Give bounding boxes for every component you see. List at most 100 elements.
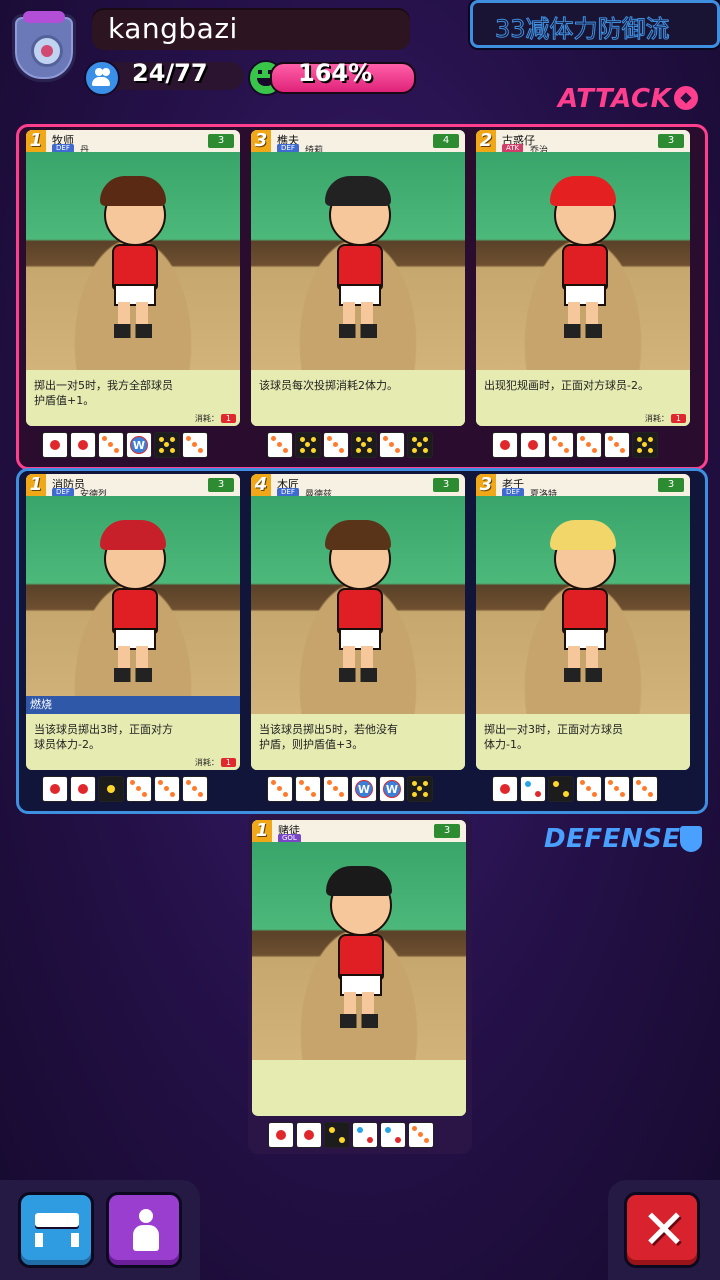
card-scene (251, 152, 465, 370)
player-button[interactable] (106, 1192, 182, 1268)
shield-icon (680, 826, 702, 852)
players-icon (84, 60, 120, 96)
stamina-badge: 3 (434, 824, 460, 838)
player-boots (339, 324, 377, 338)
die-face (632, 776, 658, 802)
die-face (520, 432, 546, 458)
player-figure (322, 866, 396, 1036)
card-cost: 3 (251, 130, 271, 152)
card-scene (476, 152, 690, 370)
close-button[interactable]: ✕ (624, 1192, 700, 1268)
team-badge[interactable] (12, 11, 76, 82)
description-line: 球员体力-2。 (34, 738, 100, 751)
card-cost: 4 (251, 474, 271, 496)
stamina-badge: 3 (433, 478, 459, 492)
die-face (407, 432, 433, 458)
card-cost: 1 (26, 130, 46, 152)
bench-button[interactable] (18, 1192, 94, 1268)
dice-row (42, 776, 208, 804)
die-face (352, 1122, 378, 1148)
player-hair (100, 520, 166, 550)
die-face (351, 432, 377, 458)
dice-row (267, 432, 433, 460)
die-face (492, 776, 518, 802)
stamina-badge: 3 (208, 478, 234, 492)
die-face (407, 776, 433, 802)
player-figure (96, 520, 170, 690)
defense-label: DEFENSE (544, 824, 681, 854)
die-face (267, 776, 293, 802)
description-line: 当该球员掷出3时，正面对方 (34, 723, 173, 736)
player-figure (546, 176, 620, 346)
die-face (576, 432, 602, 458)
die-face (351, 776, 377, 802)
badge-crown (23, 11, 65, 23)
die-face (126, 776, 152, 802)
player-boots (564, 668, 602, 682)
die-face (295, 432, 321, 458)
player-card[interactable]: 1 赌徒 GOL 3 (246, 816, 466, 1154)
card-description: 掷出一对3时，正面对方球员 体力-1。 (476, 714, 690, 770)
die-face (98, 432, 124, 458)
player-boots (114, 668, 152, 682)
die-face (323, 776, 349, 802)
die-face (154, 776, 180, 802)
player-figure (96, 176, 170, 346)
die-face (154, 432, 180, 458)
description-line: 护盾值+1。 (34, 394, 95, 407)
player-hair (325, 520, 391, 550)
dice-row (267, 776, 433, 804)
bench-icon (35, 1213, 79, 1247)
consume-cost: 消耗： 1 (195, 413, 236, 424)
dice-row (268, 1122, 434, 1150)
card-panel: 3 老千 DEF 夏洛特 3 掷出一对3时，正面对方球员 体力-1。 (476, 474, 690, 770)
card-header: 3 老千 DEF 夏洛特 3 (476, 474, 690, 500)
description-text: 出现犯规画时，正面对方球员-2。 (484, 378, 684, 393)
player-boots (340, 1014, 378, 1028)
player-card[interactable]: 3 樵夫 DEF 绮莉 4 该球员每次投掷消耗2体力。 (245, 126, 465, 464)
dice-row (42, 432, 208, 460)
card-header: 1 赌徒 GOL 3 (252, 820, 466, 843)
player-hair (550, 520, 616, 550)
description-line: 体力-1。 (484, 738, 528, 751)
description-line: 掷出一对5时，我方全部球员 (34, 379, 173, 392)
card-header: 2 古惑仔 ATK 乔治 3 (476, 130, 690, 156)
die-face (42, 432, 68, 458)
dice-row (492, 776, 658, 804)
die-face (268, 1122, 294, 1148)
consume-value: 1 (670, 414, 686, 423)
player-figure (321, 176, 395, 346)
skill-tag: 燃烧 (26, 696, 240, 714)
die-face (379, 432, 405, 458)
card-description: 掷出一对5时，我方全部球员 护盾值+1。消耗： 1 (26, 370, 240, 426)
soccer-ball-icon (674, 86, 698, 110)
description-text: 掷出一对3时，正面对方球员 体力-1。 (484, 722, 684, 752)
description-text: 掷出一对5时，我方全部球员 护盾值+1。 (34, 378, 234, 408)
card-description: 该球员每次投掷消耗2体力。 (251, 370, 465, 426)
player-card[interactable]: 3 老千 DEF 夏洛特 3 掷出一对3时，正面对方球员 体力-1。 (470, 470, 690, 808)
card-cost: 2 (476, 130, 496, 152)
die-face (324, 1122, 350, 1148)
die-face (632, 432, 658, 458)
player-card[interactable]: 1 牧师 DEF 丹 3 掷出一对5时，我方全部球员 护盾值+1。 消耗： 1 (20, 126, 240, 464)
player-card[interactable]: 4 木匠 DEF 曼德兹 3 当该球员掷出5时，若他没有 护盾，则护盾值+3。 (245, 470, 465, 808)
die-face (604, 432, 630, 458)
die-face (379, 776, 405, 802)
consume-label: 消耗： (194, 758, 219, 767)
card-header: 1 消防员 DEF 安德烈 3 (26, 474, 240, 500)
player-hair (550, 176, 616, 206)
card-panel: 4 木匠 DEF 曼德兹 3 当该球员掷出5时，若他没有 护盾，则护盾值+3。 (251, 474, 465, 770)
die-face (70, 432, 96, 458)
player-icon (133, 1209, 159, 1251)
card-description: 当该球员掷出5时，若他没有 护盾，则护盾值+3。 (251, 714, 465, 770)
description-text: 当该球员掷出3时，正面对方 球员体力-2。 (34, 722, 234, 752)
player-card[interactable]: 2 古惑仔 ATK 乔治 3 出现犯规画时，正面对方球员-2。 消耗： 1 (470, 126, 690, 464)
card-panel: 1 赌徒 GOL 3 (252, 820, 466, 1116)
formation-button[interactable]: 33减体力防御流 (470, 0, 720, 48)
player-card[interactable]: 1 消防员 DEF 安德烈 3 燃烧 当该球员掷出3时，正面对方 球员体力-2。 消耗： 1 (20, 470, 240, 808)
card-scene (476, 496, 690, 714)
consume-label: 消耗： (194, 414, 219, 423)
die-face (323, 432, 349, 458)
username-plate: kangbazi (92, 8, 410, 50)
attack-label: ATTACK (558, 84, 672, 114)
